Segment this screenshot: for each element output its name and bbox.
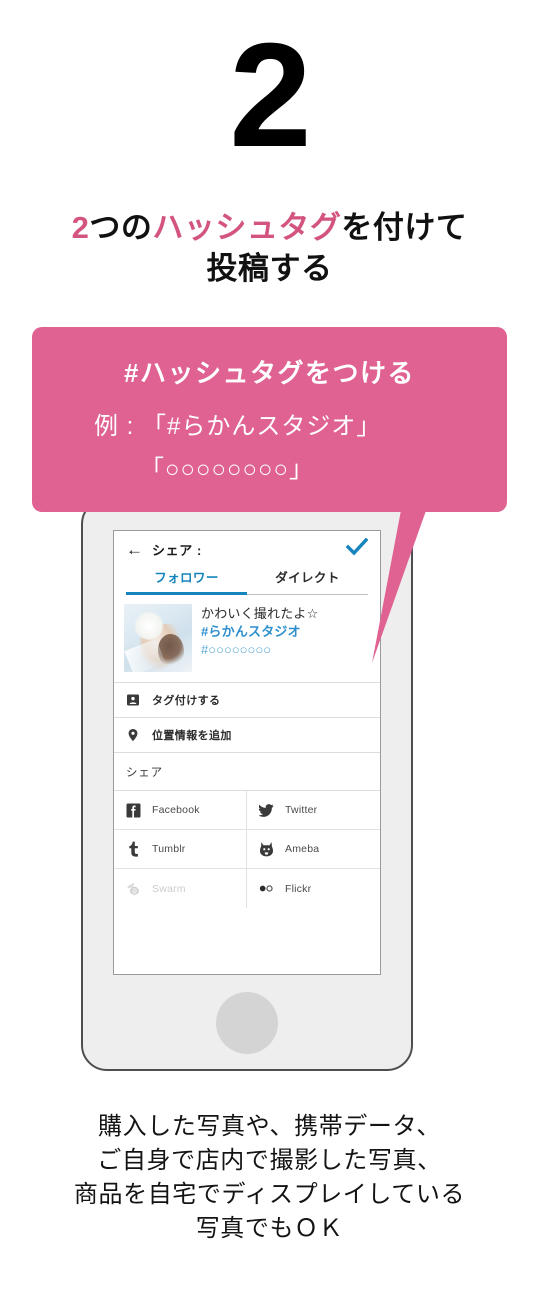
share-target-twitter[interactable]: Twitter [247,791,380,830]
option-add-location-label: 位置情報を追加 [152,730,232,742]
twitter-icon [259,803,274,818]
share-target-ameba-label: Ameba [285,843,320,855]
share-target-swarm-label: Swarm [152,882,186,895]
headline-part-suffix: を付けて [341,210,468,245]
callout-example-line-2: 「○○○○○○○○」 [140,456,314,483]
post-caption-row: かわいく撮れたよ☆ #らかんスタジオ #○○○○○○○○ [114,595,380,683]
share-target-facebook-label: Facebook [152,804,200,816]
caption-text-block[interactable]: かわいく撮れたよ☆ #らかんスタジオ #○○○○○○○○ [201,604,370,672]
share-target-facebook[interactable]: Facebook [114,791,247,830]
screen-title: シェア : [152,542,202,558]
share-targets-grid: Facebook Twitter Tumblr Ameba Swarm Flic… [114,791,380,908]
arrow-left-icon[interactable]: ← [126,541,143,558]
tumblr-icon [126,841,141,857]
swarm-icon [126,881,141,896]
hashtag-callout: #ハッシュタグをつける 例 : 「#らかんスタジオ」 「○○○○○○○○」 [32,327,507,512]
callout-title: #ハッシュタグをつける [124,358,415,388]
share-target-flickr[interactable]: Flickr [247,869,380,908]
flickr-icon [259,881,274,896]
person-tag-icon [126,693,140,707]
tab-followers[interactable]: フォロワー [126,567,247,595]
share-section-title: シェア [114,753,380,791]
facebook-icon [126,803,141,818]
share-target-flickr-label: Flickr [285,882,312,895]
post-thumbnail[interactable] [124,604,192,672]
share-tabs: フォロワー ダイレクト [114,567,380,595]
footer-line-2: ご自身で店内で撮影した写真、 [97,1147,442,1175]
headline-part-tsuno: つの [89,210,153,245]
headline-part-hashtag: ハッシュタグ [152,210,342,245]
footer-line-4: 写真でもＯＫ [195,1215,344,1243]
callout-example-line-1: 例 : 「#らかんスタジオ」 [94,413,382,440]
location-pin-icon [126,728,140,742]
screen-navbar: ← シェア : [114,531,380,567]
share-target-tumblr[interactable]: Tumblr [114,830,247,869]
share-target-swarm[interactable]: Swarm [114,869,247,908]
step-number: 2 [229,13,311,178]
share-target-ameba[interactable]: Ameba [247,830,380,869]
instagram-share-screen: ← シェア : フォロワー ダイレクト かわいく撮れたよ☆ #らかんスタジオ #… [113,530,381,975]
thumbnail-shape-b [134,612,164,640]
footer-description: 購入した写真や、携帯データ、 ご自身で店内で撮影した写真、 商品を自宅でディスプ… [0,1110,539,1246]
share-target-twitter-label: Twitter [285,804,318,816]
ameba-icon [259,842,274,857]
headline-line-2: 投稿する [206,250,333,286]
caption-hashtag-primary: #らかんスタジオ [201,623,301,639]
option-tag-people-label: タグ付けする [152,695,221,707]
footer-line-1: 購入した写真や、携帯データ、 [98,1113,441,1140]
headline-line-1: 2つのハッシュタグを付けて [72,210,468,245]
option-add-location[interactable]: 位置情報を追加 [114,718,380,753]
callout-tail-icon [372,505,428,663]
headline-part-count: 2 [71,210,90,245]
home-button[interactable] [216,992,278,1054]
footer-line-3: 商品を自宅でディスプレイしている [73,1181,466,1209]
caption-body: かわいく撮れたよ☆ [201,606,319,621]
page-title: 2つのハッシュタグを付けて 投稿する [0,208,539,290]
caption-hashtag-secondary: #○○○○○○○○ [201,642,272,658]
option-tag-people[interactable]: タグ付けする [114,683,380,718]
share-target-tumblr-label: Tumblr [152,843,186,855]
